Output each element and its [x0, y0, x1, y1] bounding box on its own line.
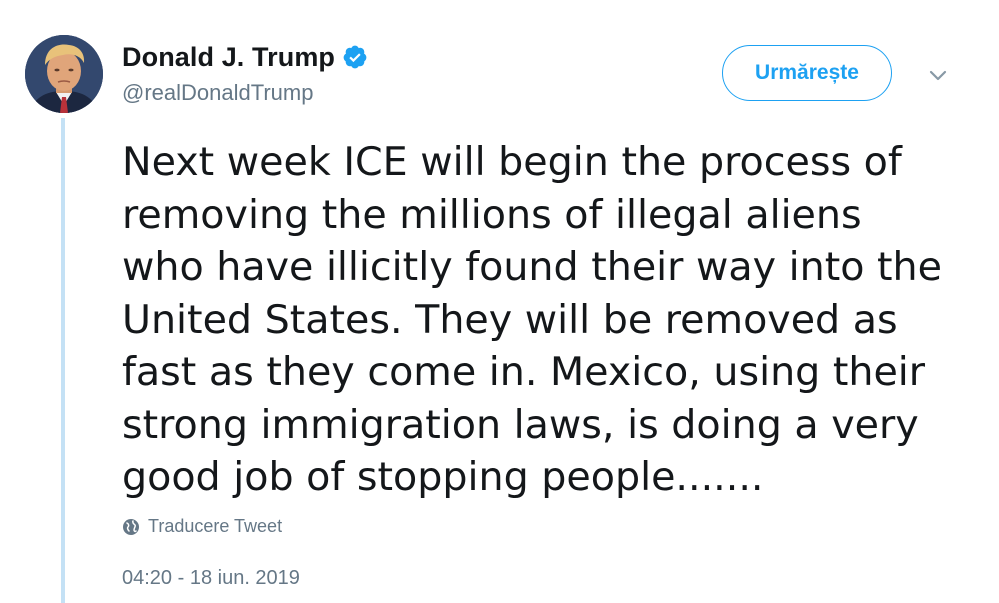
translate-label[interactable]: Traducere Tweet — [148, 516, 282, 537]
author-handle[interactable]: @realDonaldTrump — [122, 80, 368, 106]
tweet-text: Next week ICE will begin the process of … — [122, 139, 942, 500]
avatar[interactable] — [25, 35, 103, 113]
profile-photo — [25, 35, 103, 113]
follow-button[interactable]: Urmărește — [722, 45, 892, 101]
author-name-row: Donald J. Trump — [122, 40, 368, 74]
globe-icon — [122, 518, 140, 536]
author-display-name[interactable]: Donald J. Trump — [122, 42, 335, 73]
tweet-timestamp[interactable]: 04:20 - 18 iun. 2019 — [122, 567, 300, 590]
tweet-header: Donald J. Trump @realDonaldTrump — [122, 40, 368, 106]
translate-tweet-link[interactable]: Traducere Tweet — [122, 516, 282, 537]
chevron-down-icon[interactable] — [925, 66, 951, 86]
thread-connector-line — [61, 118, 65, 603]
verified-badge-icon — [342, 44, 368, 70]
